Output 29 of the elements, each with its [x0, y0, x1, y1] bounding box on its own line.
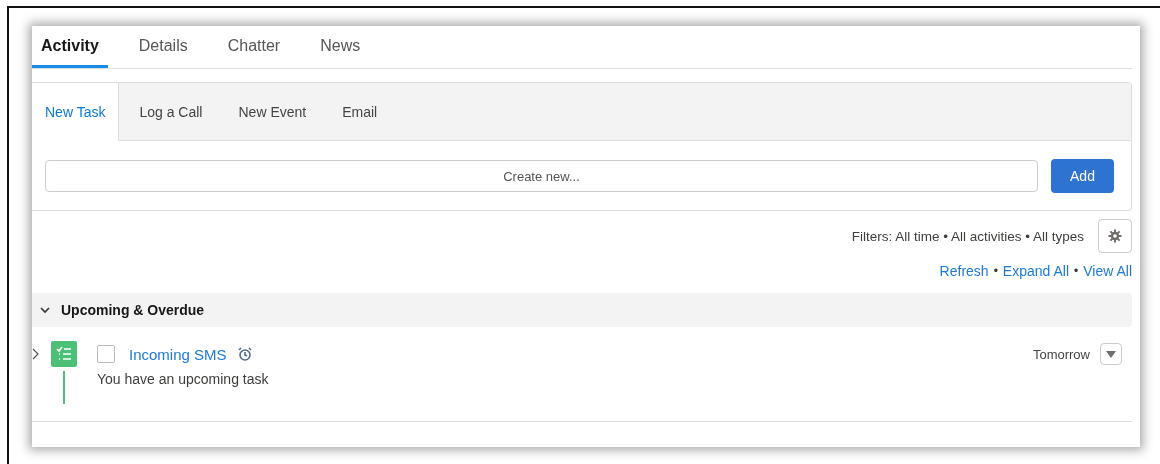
composer-tab[interactable]: New Task — [32, 83, 120, 141]
expand-icon[interactable] — [32, 348, 39, 360]
separator-dot: • — [1074, 264, 1079, 278]
settings-icon — [1108, 229, 1122, 243]
tab[interactable]: Activity — [32, 26, 108, 68]
tab[interactable]: Chatter — [218, 26, 290, 68]
separator-dot: • — [993, 264, 998, 278]
composer-tab[interactable]: Log a Call — [121, 83, 221, 141]
composer-tab[interactable]: New Event — [220, 83, 325, 141]
link[interactable]: Refresh — [939, 263, 989, 279]
add-button[interactable]: Add — [1051, 159, 1114, 193]
filters-text: Filters: All time • All activities • All types — [851, 228, 1084, 244]
create-field[interactable]: Create new... — [45, 160, 1038, 192]
alarm-clock-icon — [236, 346, 253, 362]
due-date: Tomorrow — [1032, 346, 1090, 362]
checkbox[interactable] — [97, 345, 115, 363]
task-title-link[interactable]: Incoming SMS — [129, 345, 227, 363]
section-header[interactable]: Upcoming & Overdue — [32, 293, 1132, 327]
caret-icon — [1106, 350, 1116, 358]
chevron-icon — [39, 304, 51, 316]
timeline-line — [63, 371, 65, 404]
tab[interactable]: News — [311, 26, 370, 68]
task-description: You have an upcoming task — [97, 371, 270, 387]
settings-button[interactable] — [1098, 219, 1132, 253]
link[interactable]: Expand All — [1002, 263, 1069, 279]
dropdown-button[interactable] — [1100, 343, 1122, 365]
link[interactable]: View All — [1083, 263, 1132, 279]
composer-tab[interactable]: Email — [324, 83, 396, 141]
tab[interactable]: Details — [129, 26, 197, 68]
